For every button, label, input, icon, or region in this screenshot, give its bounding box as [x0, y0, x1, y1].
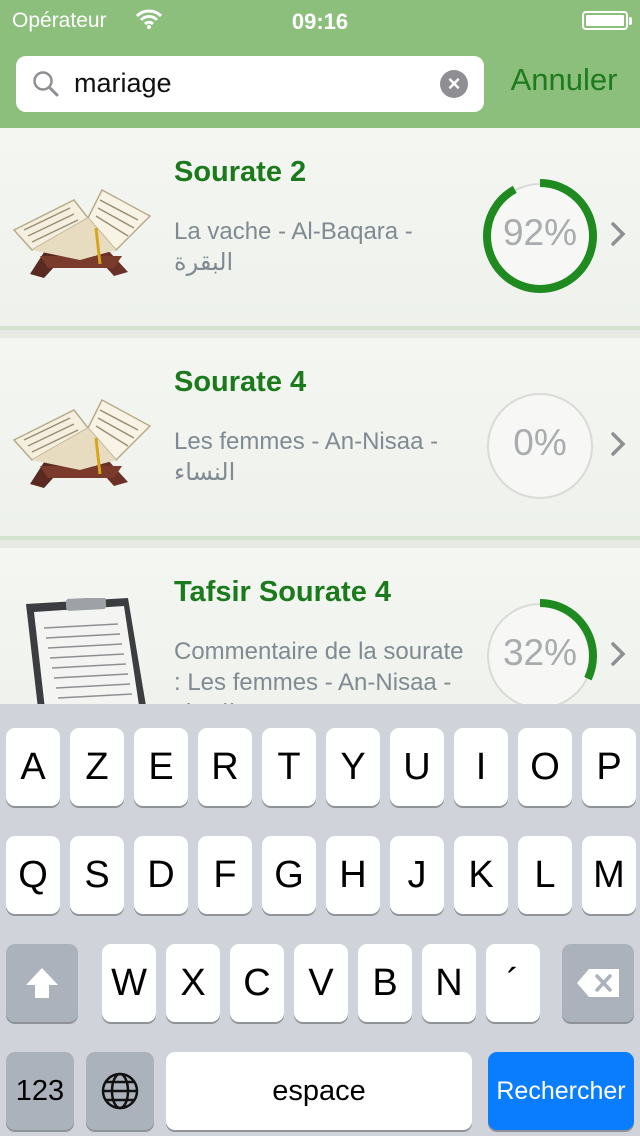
key-m[interactable]: M: [582, 836, 636, 914]
key-h[interactable]: H: [326, 836, 380, 914]
progress-label: 32%: [502, 632, 578, 673]
key-d[interactable]: D: [134, 836, 188, 914]
numbers-key[interactable]: 123: [6, 1052, 74, 1130]
shift-icon: [26, 968, 58, 998]
progress-label: 92%: [502, 212, 578, 253]
chevron-right-icon: [611, 222, 626, 246]
key-l[interactable]: L: [518, 836, 572, 914]
key-c[interactable]: C: [230, 944, 284, 1022]
cancel-button[interactable]: Annuler: [496, 62, 632, 98]
list-item[interactable]: Sourate 4 Les femmes - An-Nisaa - النساء…: [0, 338, 640, 540]
key-q[interactable]: Q: [6, 836, 60, 914]
header: Opérateur 09:16 mariage × Annuler: [0, 0, 640, 128]
key-b[interactable]: B: [358, 944, 412, 1022]
progress-ring: 32%: [482, 598, 598, 704]
key-e[interactable]: E: [134, 728, 188, 806]
key-g[interactable]: G: [262, 836, 316, 914]
shift-key[interactable]: [6, 944, 78, 1022]
result-title: Sourate 4: [174, 366, 307, 398]
key-o[interactable]: O: [518, 728, 572, 806]
key-i[interactable]: I: [454, 728, 508, 806]
key-n[interactable]: N: [422, 944, 476, 1022]
key-t[interactable]: T: [262, 728, 316, 806]
progress-label: 0%: [513, 422, 567, 463]
result-title: Tafsir Sourate 4: [174, 576, 392, 608]
progress-ring: 92%: [482, 178, 598, 294]
key-j[interactable]: J: [390, 836, 444, 914]
key-z[interactable]: Z: [70, 728, 124, 806]
chevron-right-icon: [611, 642, 626, 666]
progress-ring: 0%: [482, 388, 598, 504]
clear-search-icon[interactable]: ×: [440, 70, 468, 98]
result-subtitle: Les femmes - An-Nisaa - النساء: [174, 428, 439, 486]
key-k[interactable]: K: [454, 836, 508, 914]
key-x[interactable]: X: [166, 944, 220, 1022]
search-return-key[interactable]: Rechercher: [488, 1052, 634, 1130]
space-key[interactable]: espace: [166, 1052, 472, 1130]
backspace-icon: [577, 969, 619, 997]
key-acute-accent[interactable]: ´: [486, 944, 540, 1022]
battery-icon: [582, 11, 632, 30]
search-input[interactable]: mariage: [74, 68, 172, 99]
status-bar: Opérateur 09:16: [0, 0, 640, 40]
key-u[interactable]: U: [390, 728, 444, 806]
key-f[interactable]: F: [198, 836, 252, 914]
keyboard: A Z E R T Y U I O P Q S D F G H J K L M …: [0, 704, 640, 1136]
key-p[interactable]: P: [582, 728, 636, 806]
chevron-right-icon: [611, 432, 626, 456]
key-r[interactable]: R: [198, 728, 252, 806]
results-list[interactable]: Sourate 2 La vache - Al-Baqara - البقرة …: [0, 128, 640, 704]
open-book-icon: [10, 178, 154, 288]
search-icon: [32, 70, 60, 98]
list-item[interactable]: Sourate 2 La vache - Al-Baqara - البقرة …: [0, 128, 640, 330]
list-item[interactable]: Tafsir Sourate 4 Commentaire de la soura…: [0, 548, 640, 704]
search-field[interactable]: mariage ×: [16, 56, 484, 112]
key-y[interactable]: Y: [326, 728, 380, 806]
clipboard-document-icon: [10, 597, 154, 704]
key-v[interactable]: V: [294, 944, 348, 1022]
delete-key[interactable]: [562, 944, 634, 1022]
key-s[interactable]: S: [70, 836, 124, 914]
key-w[interactable]: W: [102, 944, 156, 1022]
globe-icon: [101, 1072, 139, 1110]
clock: 09:16: [291, 9, 349, 34]
globe-key[interactable]: [86, 1052, 154, 1130]
result-subtitle: Commentaire de la sourate : Les femmes -…: [174, 638, 464, 704]
key-a[interactable]: A: [6, 728, 60, 806]
result-title: Sourate 2: [174, 156, 307, 188]
open-book-icon: [10, 388, 154, 498]
result-subtitle: La vache - Al-Baqara - البقرة: [174, 218, 413, 276]
